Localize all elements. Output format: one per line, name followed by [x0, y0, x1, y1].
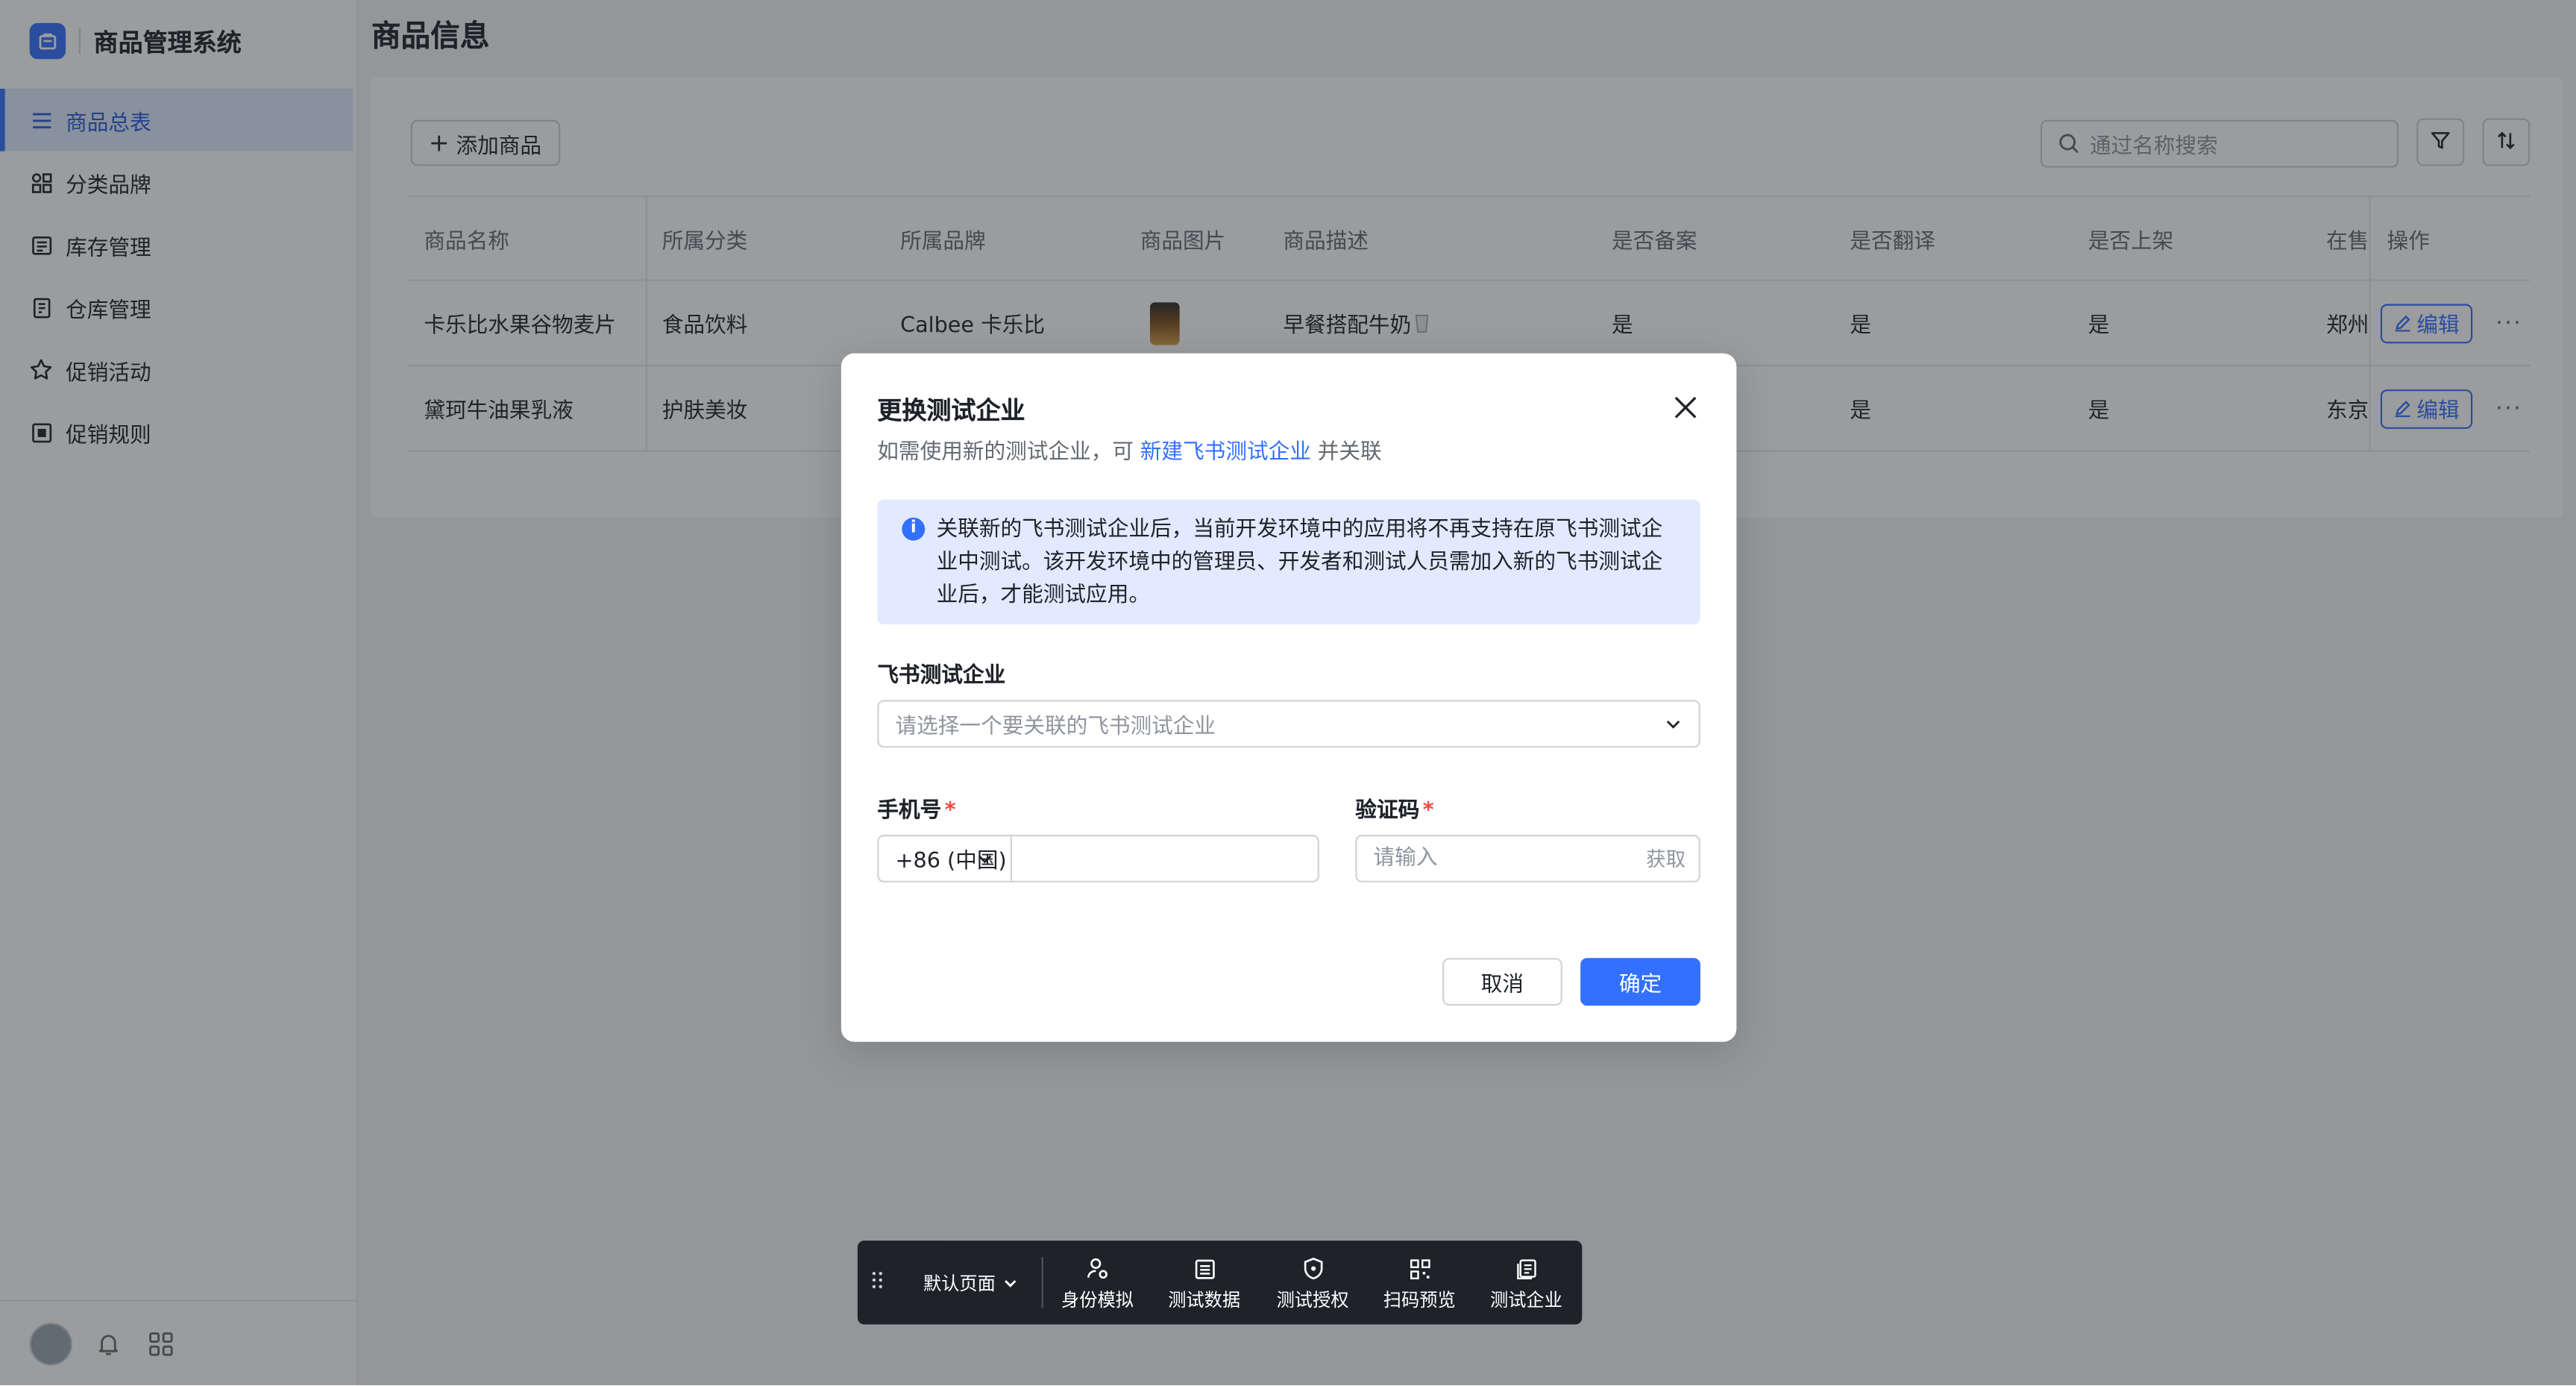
chevron-down-icon [1664, 715, 1682, 733]
enterprise-icon [1515, 1255, 1537, 1282]
get-code-button[interactable]: 获取 [1646, 844, 1699, 872]
info-icon: i [902, 517, 926, 541]
phone-field: +86 (中国) [877, 835, 1319, 882]
tool-label: 扫码预览 [1383, 1290, 1456, 1311]
data-table-icon [1193, 1255, 1215, 1282]
alert-text: 关联新的飞书测试企业后，当前开发环境中的应用将不再支持在原飞书测试企业中测试。该… [936, 517, 1663, 609]
dialog-subtitle: 如需使用新的测试企业，可 新建飞书测试企业 并关联 [877, 434, 1381, 465]
shield-icon [1302, 1255, 1324, 1282]
close-icon[interactable] [1671, 392, 1700, 422]
tenant-label-text: 飞书测试企业 [877, 663, 1006, 689]
required-mark: * [1422, 798, 1434, 824]
create-tenant-link[interactable]: 新建飞书测试企业 [1140, 440, 1311, 465]
subtitle-suffix: 并关联 [1317, 440, 1382, 465]
phone-input[interactable] [1011, 836, 1318, 881]
subtitle-prefix: 如需使用新的测试企业，可 [877, 440, 1134, 465]
tenant-label: 飞书测试企业 [877, 657, 1005, 689]
tool-test-auth[interactable]: 测试授权 [1270, 1255, 1356, 1313]
app-root: 商品管理系统 商品总表 分类品牌 库存管理 仓库管理 促销活动 促销规则 商品信… [0, 0, 2576, 1385]
cancel-button[interactable]: 取消 [1442, 958, 1562, 1006]
page-select-value: 默认页面 [923, 1273, 996, 1295]
dev-toolbar: 默认页面 身份模拟 测试数据 测试授权 扫码预览 测试企业 [857, 1241, 1583, 1325]
tool-qr-preview[interactable]: 扫码预览 [1377, 1255, 1463, 1313]
tool-label: 测试数据 [1168, 1290, 1241, 1311]
tool-label: 身份模拟 [1061, 1290, 1134, 1311]
qrcode-icon [1409, 1255, 1430, 1282]
tenant-select[interactable]: 请选择一个要关联的飞书测试企业 [877, 700, 1700, 748]
country-code-select[interactable]: +86 (中国) [879, 836, 1012, 881]
tool-test-enterprise[interactable]: 测试企业 [1483, 1255, 1569, 1313]
tenant-placeholder: 请选择一个要关联的飞书测试企业 [895, 715, 1216, 740]
code-label: 验证码 * [1355, 792, 1433, 824]
phone-label-text: 手机号 [877, 798, 942, 824]
chevron-down-icon [976, 850, 993, 868]
verify-code-input[interactable] [1357, 846, 1647, 871]
dialog-title: 更换测试企业 [877, 395, 1025, 426]
phone-label: 手机号 * [877, 792, 955, 824]
tool-test-data[interactable]: 测试数据 [1161, 1255, 1247, 1313]
toolbar-divider [1041, 1257, 1043, 1308]
required-mark: * [944, 798, 956, 824]
drag-handle-icon[interactable] [870, 1270, 884, 1290]
user-switch-icon [1086, 1255, 1109, 1282]
tool-identity-simulate[interactable]: 身份模拟 [1055, 1255, 1140, 1313]
verify-code-field: 获取 [1355, 835, 1700, 882]
tool-label: 测试企业 [1489, 1290, 1562, 1311]
page-select[interactable]: 默认页面 [923, 1270, 1019, 1296]
tool-label: 测试授权 [1276, 1290, 1349, 1311]
change-tenant-dialog: 更换测试企业 如需使用新的测试企业，可 新建飞书测试企业 并关联 i 关联新的飞书测… [841, 353, 1737, 1042]
confirm-button[interactable]: 确定 [1580, 958, 1700, 1006]
info-alert: i 关联新的飞书测试企业后，当前开发环境中的应用将不再支持在原飞书测试企业中测试… [877, 499, 1700, 625]
chevron-down-icon [1002, 1275, 1019, 1291]
code-label-text: 验证码 [1355, 798, 1420, 824]
